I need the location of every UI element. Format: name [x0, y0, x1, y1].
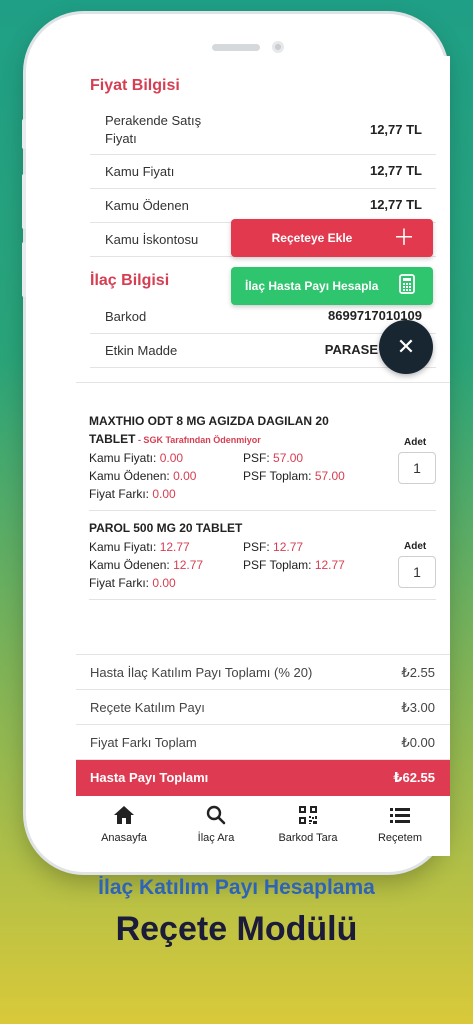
close-fab-button[interactable]: ✕ [379, 320, 433, 374]
nav-item-barkod-tara[interactable]: Barkod Tara [262, 804, 354, 844]
nav-item-recetem[interactable]: Reçetem [354, 804, 446, 844]
adet-input[interactable]: 1 [398, 556, 436, 588]
hasta-payi-label: İlaç Hasta Payı Hesapla [245, 279, 379, 293]
divider [89, 599, 436, 600]
info-row-label: Kamu Fiyatı [105, 164, 175, 179]
total-bar: Hasta Payı Toplamı ₺62.55 [76, 760, 450, 796]
sgk-note: - SGK Tarafından Ödenmiyor [135, 435, 261, 445]
adet-input[interactable]: 1 [398, 452, 436, 484]
bottom-nav: Anasayfa İlaç Ara Barkod Tara Reçetem [76, 796, 450, 856]
ilac-bilgisi-title: İlaç Bilgisi [90, 272, 170, 289]
info-row-value: 12,77 TL [369, 163, 422, 178]
info-row-label: Perakende Satış Fiyatı [105, 113, 202, 146]
info-row-label: Etkin Madde [105, 343, 178, 358]
info-row-value: PARASE [324, 342, 378, 357]
psf: PSF: 57.00 [243, 451, 304, 465]
summary-value: ₺2.55 [401, 665, 435, 680]
divider [76, 382, 450, 383]
plus-icon: ＋ [392, 225, 415, 250]
summary-row-recete: Reçete Katılım Payı ₺3.00 [76, 690, 450, 725]
info-row-value: 12,77 TL [369, 122, 422, 137]
list-icon [354, 804, 446, 826]
fiyat-farki: Fiyat Farkı: 0.00 [89, 576, 176, 590]
phone-camera [272, 41, 284, 53]
phone-frame: Fiyat Bilgisi Perakende Satış Fiyatı 12,… [22, 14, 450, 872]
caption-title: Reçete Modülü [115, 910, 358, 948]
drug-name: MAXTHIO ODT 8 MG AGIZDA DAGILAN 20 TABLE… [89, 414, 329, 446]
nav-label: Anasayfa [101, 832, 147, 844]
info-row-kamu-odenen: Kamu Ödenen 12,77 TL [90, 189, 436, 223]
psf-toplam: PSF Toplam: 57.00 [243, 469, 345, 483]
nav-item-ilac-ara[interactable]: İlaç Ara [170, 804, 262, 844]
adet-label: Adet [404, 437, 427, 448]
kamu-odenen: Kamu Ödenen: 12.77 [89, 558, 204, 572]
summary-row-fiyat-farki: Fiyat Farkı Toplam ₺0.00 [76, 725, 450, 760]
summary-row-hasta-ilac: Hasta İlaç Katılım Payı Toplamı (% 20) ₺… [76, 655, 450, 690]
close-icon: ✕ [396, 334, 416, 359]
info-row-label: Kamu İskontosu [105, 232, 199, 247]
kamu-odenen: Kamu Ödenen: 0.00 [89, 469, 197, 483]
summary-value: ₺3.00 [401, 700, 435, 715]
adet-label: Adet [404, 541, 427, 552]
search-icon [170, 804, 262, 826]
info-row-kamu-fiyati: Kamu Fiyatı 12,77 TL [90, 155, 436, 189]
home-icon [78, 804, 170, 826]
drug-item-maxthio[interactable]: MAXTHIO ODT 8 MG AGIZDA DAGILAN 20 TABLE… [89, 412, 436, 512]
summary-label: Hasta İlaç Katılım Payı Toplamı (% 20) [90, 665, 313, 680]
psf-toplam: PSF Toplam: 12.77 [243, 558, 345, 572]
summary-label: Reçete Katılım Payı [90, 700, 205, 715]
nav-label: Reçetem [377, 832, 423, 844]
recete-ekle-label: Reçeteye Ekle [271, 231, 353, 245]
summary-value: ₺0.00 [401, 735, 435, 750]
info-row-perakende: Perakende Satış Fiyatı 12,77 TL [90, 106, 436, 155]
caption-subtitle: İlaç Katılım Payı Hesaplama [98, 876, 375, 899]
drug-name: PAROL 500 MG 20 TABLET [89, 521, 243, 535]
drug-item-parol[interactable]: PAROL 500 MG 20 TABLET Kamu Fiyatı: 12.7… [89, 519, 436, 609]
nav-item-anasayfa[interactable]: Anasayfa [78, 804, 170, 844]
qr-code-icon [262, 804, 354, 826]
divider [89, 510, 436, 511]
kamu-fiyati: Kamu Fiyatı: 12.77 [89, 540, 190, 554]
nav-label: İlaç Ara [197, 832, 235, 844]
fiyat-bilgisi-title: Fiyat Bilgisi [90, 77, 180, 94]
phone-speaker [212, 44, 260, 51]
kamu-fiyati: Kamu Fiyatı: 0.00 [89, 451, 184, 465]
info-row-value: 12,77 TL [369, 197, 422, 212]
nav-label: Barkod Tara [278, 832, 338, 844]
hasta-payi-hesapla-button[interactable]: İlaç Hasta Payı Hesapla [231, 267, 433, 305]
app-screen: Fiyat Bilgisi Perakende Satış Fiyatı 12,… [76, 56, 450, 856]
phone-volume-down-button [22, 242, 26, 297]
fiyat-farki: Fiyat Farkı: 0.00 [89, 487, 176, 501]
phone-mute-button [22, 119, 26, 149]
info-row-label: Kamu Ödenen [105, 198, 189, 213]
phone-volume-up-button [22, 174, 26, 229]
info-row-label: Barkod [105, 309, 147, 324]
recete-ekle-button[interactable]: Reçeteye Ekle ＋ [231, 219, 433, 257]
calculator-icon [399, 274, 415, 298]
total-label: Hasta Payı Toplamı [90, 770, 209, 785]
total-value: ₺62.55 [393, 770, 435, 785]
info-row-barkod: Barkod 8699717010109 [90, 300, 436, 334]
summary-label: Fiyat Farkı Toplam [90, 735, 197, 750]
psf: PSF: 12.77 [243, 540, 304, 554]
